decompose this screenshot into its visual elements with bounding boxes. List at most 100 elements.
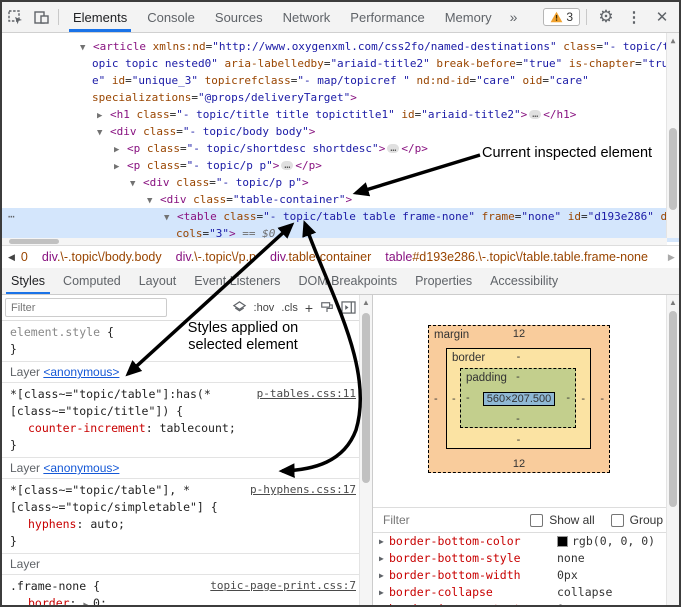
dom-tree-row[interactable]: ▼<div class="- topic/p p"> xyxy=(2,174,679,191)
inspect-element-icon[interactable] xyxy=(2,4,28,30)
rendering-emulation-icon[interactable] xyxy=(320,301,334,315)
toggle-hover-state-button[interactable]: :hov xyxy=(254,302,275,314)
computed-property-row[interactable]: ▶border-collapsecollapse xyxy=(373,584,679,601)
box-model-margin[interactable]: margin 12 12 - - border - - - - padding … xyxy=(428,325,610,473)
dom-vertical-scrollbar[interactable]: ▲ xyxy=(666,33,679,238)
dom-tree-row[interactable]: e" id="unique_3" topicrefclass="- map/to… xyxy=(2,72,679,89)
sidebar-tab-accessibility[interactable]: Accessibility xyxy=(481,268,567,294)
margin-right-value[interactable]: - xyxy=(600,393,604,405)
expand-ellipsis-icon[interactable]: … xyxy=(529,110,541,119)
box-model-padding[interactable]: padding - - - - 560×207.500 xyxy=(460,368,576,428)
css-rule[interactable]: p-hyphens.css:17*[class~="topic/table"],… xyxy=(2,479,372,554)
box-model-content[interactable]: 560×207.500 xyxy=(483,392,555,406)
expand-arrow-icon[interactable]: ▶ xyxy=(379,567,389,584)
show-sidebar-icon[interactable] xyxy=(341,301,356,314)
dom-tree-row[interactable]: ▶<h1 class="- topic/title title topictit… xyxy=(2,106,679,123)
padding-top-value[interactable]: - xyxy=(461,371,575,383)
layer-link[interactable]: <anonymous> xyxy=(43,365,119,379)
computed-filter-input[interactable] xyxy=(381,512,475,528)
settings-gear-icon[interactable]: ⚙ xyxy=(593,4,619,30)
scroll-up-icon[interactable]: ▲ xyxy=(667,33,679,45)
expand-ellipsis-icon[interactable]: … xyxy=(281,161,293,170)
css-line[interactable]: } xyxy=(2,533,372,550)
scrollbar-thumb[interactable] xyxy=(669,311,677,507)
sidebar-tab-dom-breakpoints[interactable]: DOM Breakpoints xyxy=(289,268,406,294)
padding-bottom-value[interactable]: - xyxy=(461,413,575,425)
tab-memory[interactable]: Memory xyxy=(435,2,502,32)
styles-vertical-scrollbar[interactable]: ▲ xyxy=(359,295,372,607)
expand-ellipsis-icon[interactable]: … xyxy=(387,144,399,153)
toggle-device-toolbar-icon[interactable] xyxy=(28,4,54,30)
show-all-checkbox[interactable] xyxy=(530,514,543,527)
breadcrumb-item[interactable]: div.\-.topic\/p.p xyxy=(176,250,256,264)
sidebar-tab-layout[interactable]: Layout xyxy=(130,268,186,294)
sidebar-tab-styles[interactable]: Styles xyxy=(2,268,54,294)
close-devtools-icon[interactable]: ✕ xyxy=(649,4,675,30)
more-tabs-icon[interactable]: » xyxy=(502,9,526,25)
border-right-value[interactable]: - xyxy=(581,393,585,405)
margin-top-value[interactable]: 12 xyxy=(429,328,609,340)
new-style-rule-icon[interactable]: + xyxy=(305,300,313,316)
css-layers-icon[interactable] xyxy=(232,300,247,315)
css-line[interactable]: counter-increment: tablecount; xyxy=(2,420,372,437)
css-line[interactable]: hyphens: auto; xyxy=(2,516,372,533)
breadcrumb-item[interactable]: table#d193e286.\-.topic\/table.table.fra… xyxy=(385,250,648,264)
crumb-scroll-left-icon[interactable]: ◀ xyxy=(2,252,21,263)
margin-left-value[interactable]: - xyxy=(434,393,438,405)
expand-arrow-icon[interactable]: ▶ xyxy=(379,601,389,607)
computed-property-row[interactable]: ▶border-bottom-stylenone xyxy=(373,550,679,567)
more-options-icon[interactable]: ⋮ xyxy=(621,4,647,30)
scroll-up-icon[interactable]: ▲ xyxy=(360,295,372,307)
dom-tree-row[interactable]: ▼<div class="table-container"> xyxy=(2,191,679,208)
css-source-link[interactable]: p-hyphens.css:17 xyxy=(250,483,356,496)
breadcrumb-item[interactable]: div.table-container xyxy=(270,250,371,264)
tab-network[interactable]: Network xyxy=(273,2,341,32)
scrollbar-thumb[interactable] xyxy=(9,239,59,244)
sidebar-tab-properties[interactable]: Properties xyxy=(406,268,481,294)
css-line[interactable]: [class~="topic/simpletable"] { xyxy=(2,499,372,516)
layer-link[interactable]: <anonymous> xyxy=(43,461,119,475)
styles-filter-input[interactable] xyxy=(5,298,167,317)
dom-horizontal-scrollbar[interactable] xyxy=(2,238,667,245)
css-line[interactable]: } xyxy=(2,437,372,454)
row-options-icon[interactable]: ⋯ xyxy=(8,208,16,225)
border-left-value[interactable]: - xyxy=(452,393,456,405)
border-top-value[interactable]: - xyxy=(447,351,590,363)
crumb-scroll-right-icon[interactable]: ▶ xyxy=(662,252,679,263)
tab-console[interactable]: Console xyxy=(137,2,205,32)
css-source-link[interactable]: p-tables.css:11 xyxy=(257,387,356,400)
computed-vertical-scrollbar[interactable]: ▲ xyxy=(666,295,679,607)
computed-property-row[interactable]: ▶border-image-outset0 xyxy=(373,601,679,607)
padding-left-value[interactable]: - xyxy=(466,392,470,404)
dom-tree-row[interactable]: ▼<div class="- topic/body body"> xyxy=(2,123,679,140)
expand-arrow-icon[interactable]: ▶ xyxy=(379,584,389,601)
scroll-up-icon[interactable]: ▲ xyxy=(667,295,679,307)
dom-tree-row[interactable]: opic topic nested0" aria-labelledby="ari… xyxy=(2,55,679,72)
toggle-class-button[interactable]: .cls xyxy=(281,302,298,314)
computed-property-row[interactable]: ▶border-bottom-colorrgb(0, 0, 0) xyxy=(373,533,679,550)
breadcrumb-item[interactable]: div.\-.topic\/body.body xyxy=(42,250,162,264)
group-checkbox[interactable] xyxy=(611,514,624,527)
border-bottom-value[interactable]: - xyxy=(447,434,590,446)
margin-bottom-value[interactable]: 12 xyxy=(429,458,609,470)
dom-tree-row[interactable]: ⋯▼<table class="- topic/table table fram… xyxy=(2,208,679,225)
padding-right-value[interactable]: - xyxy=(566,392,570,404)
css-rule[interactable]: p-tables.css:11*[class~="topic/table"]:h… xyxy=(2,383,372,458)
css-line[interactable]: border: ▶ 0; xyxy=(2,595,372,607)
scrollbar-thumb[interactable] xyxy=(669,128,677,210)
tab-sources[interactable]: Sources xyxy=(205,2,273,32)
breadcrumb-item[interactable]: 0 xyxy=(21,250,28,264)
warnings-badge[interactable]: 3 xyxy=(543,8,580,26)
scrollbar-thumb[interactable] xyxy=(362,313,370,483)
sidebar-tab-event-listeners[interactable]: Event Listeners xyxy=(185,268,289,294)
box-model-border[interactable]: border - - - - padding - - - - 560×207 xyxy=(446,348,591,449)
css-source-link[interactable]: topic-page-print.css:7 xyxy=(210,579,356,592)
dom-tree-row[interactable]: specializations="@props/deliveryTarget"> xyxy=(2,89,679,106)
sidebar-tab-computed[interactable]: Computed xyxy=(54,268,130,294)
tab-performance[interactable]: Performance xyxy=(340,2,434,32)
expand-arrow-icon[interactable]: ▶ xyxy=(379,533,389,550)
expand-arrow-icon[interactable]: ▶ xyxy=(379,550,389,567)
css-line[interactable]: [class~="topic/title"]) { xyxy=(2,403,372,420)
css-rule[interactable]: topic-page-print.css:7.frame-none {borde… xyxy=(2,575,372,607)
computed-property-row[interactable]: ▶border-bottom-width0px xyxy=(373,567,679,584)
